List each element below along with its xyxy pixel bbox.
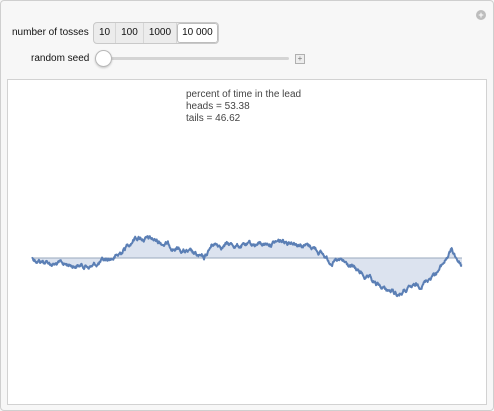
tosses-label: number of tosses <box>12 27 89 38</box>
heads-percentage: heads = 53.38 <box>186 101 250 112</box>
tails-percentage: tails = 46.62 <box>186 113 241 124</box>
tosses-option-10[interactable]: 10 <box>94 23 117 43</box>
tosses-selector: 10 100 1000 10 000 <box>93 22 219 44</box>
plot-area: percent of time in the lead heads = 53.3… <box>7 79 487 405</box>
seed-slider-thumb[interactable] <box>95 50 112 67</box>
random-walk-chart <box>31 235 463 298</box>
seed-label: random seed <box>31 53 90 64</box>
seed-slider-track[interactable] <box>96 57 289 60</box>
options-plus-icon[interactable]: + <box>476 10 486 20</box>
tosses-option-100[interactable]: 100 <box>116 23 144 43</box>
seed-slider-expand-icon[interactable]: + <box>295 54 305 64</box>
tosses-option-10000[interactable]: 10 000 <box>177 23 218 43</box>
tosses-option-1000[interactable]: 1000 <box>144 23 178 43</box>
annotation-title: percent of time in the lead <box>186 89 302 100</box>
